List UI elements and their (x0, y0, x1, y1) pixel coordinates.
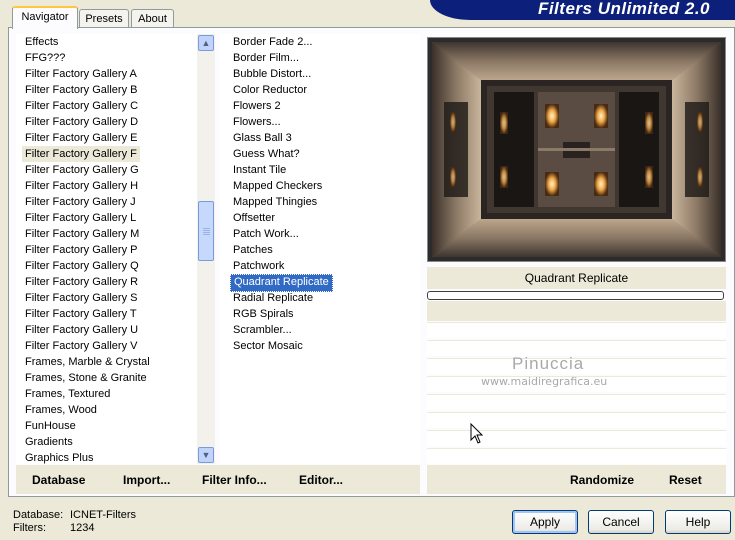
category-item[interactable]: Filter Factory Gallery V (25, 338, 137, 354)
randomize-button[interactable]: Randomize (570, 473, 634, 487)
import-button[interactable]: Import... (123, 473, 170, 487)
filter-item[interactable]: Flowers... (233, 114, 281, 130)
tab-presets-label: Presets (85, 13, 123, 25)
category-item[interactable]: Filter Factory Gallery M (25, 226, 139, 242)
filter-item[interactable]: Sector Mosaic (233, 338, 303, 354)
scroll-up-button[interactable]: ▲ (198, 35, 214, 51)
category-item[interactable]: Gradients (25, 434, 73, 450)
cancel-button[interactable]: Cancel (588, 510, 654, 534)
tab-about[interactable]: About (131, 9, 174, 28)
category-item[interactable]: Filter Factory Gallery B (25, 82, 137, 98)
category-item[interactable]: Filter Factory Gallery E (25, 130, 137, 146)
reset-button[interactable]: Reset (669, 473, 702, 487)
filter-preview (427, 37, 726, 262)
apply-button[interactable]: Apply (512, 510, 578, 534)
preview-image (432, 42, 721, 257)
filter-item[interactable]: RGB Spirals (233, 306, 294, 322)
category-item[interactable]: Filter Factory Gallery U (25, 322, 138, 338)
filter-item[interactable]: Scrambler... (233, 322, 292, 338)
category-item[interactable]: Frames, Stone & Granite (25, 370, 147, 386)
filter-item[interactable]: Bubble Distort... (233, 66, 311, 82)
filter-item[interactable]: Flowers 2 (233, 98, 281, 114)
scroll-thumb[interactable] (198, 201, 214, 261)
category-item[interactable]: Filter Factory Gallery S (25, 290, 137, 306)
list-button-bar: Database Import... Filter Info... Editor… (16, 465, 420, 494)
filter-item[interactable]: Color Reductor (233, 82, 307, 98)
randomize-bar: Randomize Reset (427, 465, 726, 494)
title-banner: Filters Unlimited 2.0 (430, 0, 735, 20)
category-item[interactable]: Filter Factory Gallery T (25, 306, 137, 322)
category-item[interactable]: Filter Factory Gallery R (25, 274, 138, 290)
filter-item[interactable]: Mapped Checkers (233, 178, 322, 194)
filter-item[interactable]: Patches (233, 242, 273, 258)
filter-item[interactable]: Instant Tile (233, 162, 286, 178)
parameter-slot[interactable] (427, 394, 726, 410)
filter-item[interactable]: Glass Ball 3 (233, 130, 292, 146)
filter-item[interactable]: Border Fade 2... (233, 34, 313, 50)
filter-item[interactable]: Offsetter (233, 210, 275, 226)
database-value: ICNET-Filters (70, 509, 136, 521)
category-list[interactable]: Effects FFG??? Filter Factory Gallery A Fil… (16, 34, 197, 464)
database-label: Database: (13, 509, 64, 521)
category-item[interactable]: Filter Factory Gallery A (25, 66, 137, 82)
filter-info-button[interactable]: Filter Info... (202, 473, 267, 487)
category-item[interactable]: Frames, Marble & Crystal (25, 354, 150, 370)
mouse-cursor-icon (470, 423, 484, 444)
tab-navigator[interactable]: Navigator (12, 6, 78, 29)
filter-item[interactable]: Radial Replicate (233, 290, 313, 306)
filter-name-label: Quadrant Replicate (427, 267, 726, 289)
category-item[interactable]: FunHouse (25, 418, 76, 434)
category-item[interactable]: Frames, Textured (25, 386, 110, 402)
tab-navigator-label: Navigator (21, 11, 69, 23)
scroll-down-button[interactable]: ▼ (198, 447, 214, 463)
help-button[interactable]: Help (665, 510, 731, 534)
category-item[interactable]: Filter Factory Gallery Q (25, 258, 139, 274)
parameter-slot[interactable] (427, 448, 726, 464)
watermark-name: Pinuccia (512, 354, 585, 373)
filters-count-value: 1234 (70, 522, 95, 534)
filters-count-label: Filters: (13, 522, 46, 534)
filter-item[interactable]: Mapped Thingies (233, 194, 317, 210)
category-item[interactable]: Effects (25, 34, 58, 50)
category-item[interactable]: Frames, Wood (25, 402, 97, 418)
database-button[interactable]: Database (32, 473, 85, 487)
category-scrollbar[interactable]: ▲ ▼ (197, 34, 215, 464)
filter-list[interactable]: Border Fade 2... Border Film... Bubble Dis… (220, 34, 420, 464)
category-item[interactable]: Filter Factory Gallery J (25, 194, 136, 210)
category-item[interactable]: Filter Factory Gallery H (25, 178, 138, 194)
filter-item[interactable]: Border Film... (233, 50, 299, 66)
category-item[interactable]: Filter Factory Gallery L (25, 210, 136, 226)
category-item[interactable]: Filter Factory Gallery G (25, 162, 139, 178)
category-item[interactable]: Graphics Plus (25, 450, 93, 464)
progress-bar (427, 291, 724, 300)
tab-presets[interactable]: Presets (79, 9, 129, 28)
tab-about-label: About (138, 13, 167, 25)
category-item[interactable]: Filter Factory Gallery F (22, 146, 140, 162)
category-item[interactable]: Filter Factory Gallery P (25, 242, 137, 258)
category-item[interactable]: Filter Factory Gallery D (25, 114, 138, 130)
category-item[interactable]: Filter Factory Gallery C (25, 98, 138, 114)
category-item[interactable]: FFG??? (25, 50, 65, 66)
parameter-slot[interactable] (427, 322, 726, 338)
watermark-url: www.maidiregrafica.eu (481, 375, 608, 388)
app-title: Filters Unlimited 2.0 (537, 0, 710, 18)
filter-item[interactable]: Guess What? (233, 146, 300, 162)
filter-item[interactable]: Patch Work... (233, 226, 299, 242)
editor-button[interactable]: Editor... (299, 473, 343, 487)
filter-item[interactable]: Patchwork (233, 258, 284, 274)
